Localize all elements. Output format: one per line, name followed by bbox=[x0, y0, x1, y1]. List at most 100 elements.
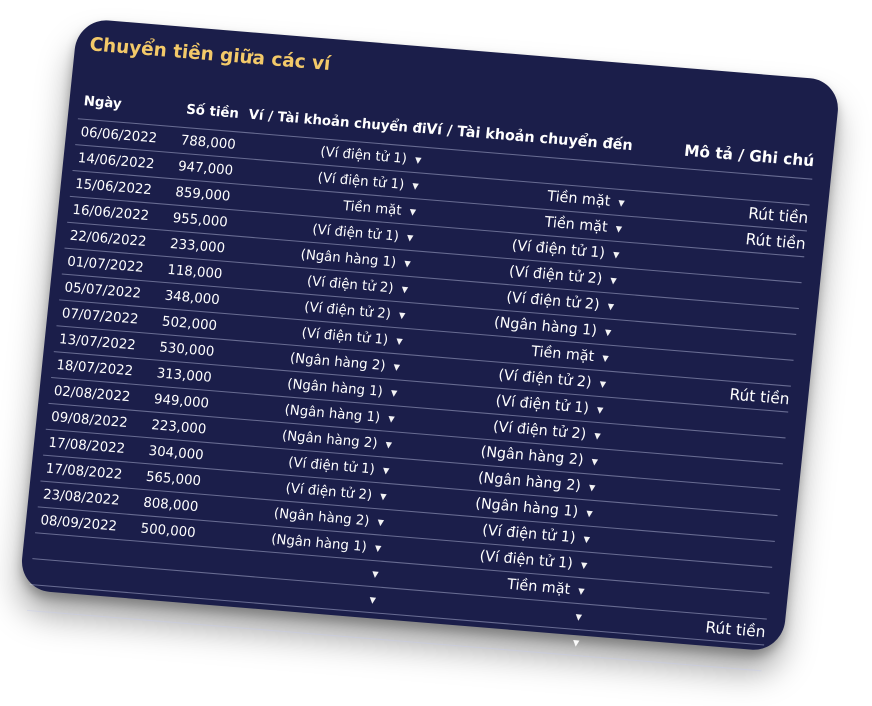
from-select[interactable]: ▼ bbox=[364, 568, 381, 579]
to-select[interactable]: (Ví điện tử 2) ▼ bbox=[508, 263, 619, 289]
chevron-down-icon[interactable]: ▼ bbox=[388, 414, 395, 424]
amount-value: 348,000 bbox=[163, 287, 221, 308]
from-value: (Ngân hàng 2) bbox=[289, 350, 387, 374]
chevron-down-icon[interactable]: ▼ bbox=[407, 232, 414, 242]
note-value: Rút tiền bbox=[728, 384, 791, 409]
to-select[interactable]: Tiền mặt ▼ bbox=[546, 188, 627, 211]
date-value: 22/06/2022 bbox=[69, 227, 148, 250]
from-value: (Ví điện tử 1) bbox=[287, 454, 376, 478]
date-value: 14/06/2022 bbox=[77, 150, 156, 172]
date-value: 23/08/2022 bbox=[42, 486, 121, 509]
chevron-down-icon[interactable]: ▼ bbox=[390, 388, 397, 398]
amount-value: 233,000 bbox=[169, 235, 226, 257]
amount-value: 304,000 bbox=[147, 442, 205, 464]
chevron-down-icon[interactable]: ▼ bbox=[586, 508, 593, 518]
chevron-down-icon[interactable]: ▼ bbox=[401, 284, 408, 294]
chevron-down-icon[interactable]: ▼ bbox=[602, 353, 609, 363]
to-select[interactable]: ▼ bbox=[564, 637, 581, 648]
from-select[interactable]: Tiền mặt ▼ bbox=[342, 198, 418, 220]
chevron-down-icon[interactable]: ▼ bbox=[385, 439, 392, 449]
chevron-down-icon[interactable]: ▼ bbox=[404, 258, 411, 268]
chevron-down-icon[interactable]: ▼ bbox=[393, 362, 400, 372]
chevron-down-icon[interactable]: ▼ bbox=[409, 207, 416, 217]
from-select[interactable]: (Ngân hàng 1) ▼ bbox=[270, 531, 384, 556]
to-select[interactable]: (Ví điện tử 1) ▼ bbox=[495, 393, 606, 419]
chevron-down-icon[interactable]: ▼ bbox=[382, 465, 389, 475]
date-value: 09/08/2022 bbox=[50, 408, 129, 431]
chevron-down-icon[interactable]: ▼ bbox=[597, 405, 604, 415]
chevron-down-icon[interactable]: ▼ bbox=[594, 431, 601, 441]
from-select[interactable]: (Ngân hàng 2) ▼ bbox=[289, 350, 403, 375]
to-select[interactable]: ▼ bbox=[567, 611, 584, 622]
chevron-down-icon[interactable]: ▼ bbox=[575, 612, 582, 622]
from-select[interactable]: (Ngân hàng 1) ▼ bbox=[300, 247, 414, 272]
amount-value: 565,000 bbox=[145, 468, 202, 489]
to-select[interactable]: Tiền mặt ▼ bbox=[544, 214, 625, 237]
to-select[interactable]: (Ví điện tử 2) ▼ bbox=[492, 419, 603, 445]
chevron-down-icon[interactable]: ▼ bbox=[578, 586, 585, 596]
chevron-down-icon[interactable]: ▼ bbox=[591, 456, 598, 466]
amount-value: 502,000 bbox=[161, 313, 218, 334]
chevron-down-icon[interactable]: ▼ bbox=[374, 543, 381, 553]
chevron-down-icon[interactable]: ▼ bbox=[572, 638, 579, 648]
page: Chuyển tiền giữa các ví Ngày Số tiền Ví … bbox=[0, 0, 872, 706]
from-select[interactable]: (Ngân hàng 2) ▼ bbox=[273, 505, 387, 530]
amount-value: 313,000 bbox=[155, 365, 213, 386]
to-value: (Ví điện tử 1) bbox=[494, 392, 590, 417]
chevron-down-icon[interactable]: ▼ bbox=[588, 482, 595, 492]
chevron-down-icon[interactable]: ▼ bbox=[583, 534, 590, 544]
to-value: Tiền mặt bbox=[546, 188, 612, 210]
to-select[interactable]: (Ví điện tử 2) ▼ bbox=[498, 367, 609, 393]
to-select[interactable]: (Ví điện tử 2) ▼ bbox=[506, 289, 617, 315]
chevron-down-icon[interactable]: ▼ bbox=[369, 595, 376, 605]
to-select[interactable]: (Ví điện tử 1) ▼ bbox=[479, 548, 590, 574]
chevron-down-icon[interactable]: ▼ bbox=[615, 224, 622, 234]
chevron-down-icon[interactable]: ▼ bbox=[380, 491, 387, 501]
chevron-down-icon[interactable]: ▼ bbox=[372, 569, 379, 579]
chevron-down-icon[interactable]: ▼ bbox=[412, 181, 419, 191]
amount-cell bbox=[113, 592, 189, 623]
chevron-down-icon[interactable]: ▼ bbox=[415, 155, 422, 165]
from-select[interactable]: (Ví điện tử 1) ▼ bbox=[312, 222, 417, 246]
from-select[interactable]: (Ví điện tử 1) ▼ bbox=[301, 325, 406, 349]
from-select[interactable]: (Ví điện tử 2) ▼ bbox=[306, 273, 411, 297]
date-value: 05/07/2022 bbox=[63, 279, 142, 302]
from-select[interactable]: (Ví điện tử 2) ▼ bbox=[285, 480, 390, 504]
chevron-down-icon[interactable]: ▼ bbox=[613, 249, 620, 259]
date-value: 17/08/2022 bbox=[45, 460, 124, 483]
from-select[interactable]: (Ví điện tử 1) ▼ bbox=[320, 144, 425, 168]
chevron-down-icon[interactable]: ▼ bbox=[618, 198, 625, 208]
from-value: (Ngân hàng 1) bbox=[283, 401, 381, 426]
chevron-down-icon[interactable]: ▼ bbox=[610, 275, 617, 285]
to-value: Tiền mặt bbox=[543, 214, 609, 236]
to-select[interactable]: Tiền mặt ▼ bbox=[506, 576, 587, 599]
transfer-card: Chuyển tiền giữa các ví Ngày Số tiền Ví … bbox=[18, 18, 841, 672]
to-value: (Ví điện tử 1) bbox=[510, 237, 606, 262]
to-select[interactable]: Tiền mặt ▼ bbox=[530, 343, 611, 366]
chevron-down-icon[interactable]: ▼ bbox=[396, 336, 403, 346]
from-select[interactable]: (Ngân hàng 2) ▼ bbox=[281, 428, 395, 453]
note-value: Rút tiền bbox=[704, 617, 767, 642]
chevron-down-icon[interactable]: ▼ bbox=[607, 301, 614, 311]
chevron-down-icon[interactable]: ▼ bbox=[398, 310, 405, 320]
date-value: 15/06/2022 bbox=[74, 175, 153, 198]
to-select[interactable]: (Ví điện tử 1) ▼ bbox=[481, 522, 592, 548]
chevron-down-icon[interactable]: ▼ bbox=[599, 379, 606, 389]
date-value: 08/09/2022 bbox=[39, 512, 118, 535]
from-select[interactable]: (Ngân hàng 1) ▼ bbox=[284, 402, 398, 427]
chevron-down-icon[interactable]: ▼ bbox=[605, 327, 612, 337]
from-select[interactable]: (Ví điện tử 1) ▼ bbox=[317, 170, 422, 194]
from-select[interactable]: (Ví điện tử 2) ▼ bbox=[304, 299, 409, 323]
to-value: Tiền mặt bbox=[530, 343, 596, 366]
from-value: (Ngân hàng 1) bbox=[286, 376, 384, 400]
chevron-down-icon[interactable]: ▼ bbox=[377, 517, 384, 527]
from-select[interactable]: (Ngân hàng 1) ▼ bbox=[287, 376, 401, 401]
to-select[interactable]: (Ví điện tử 1) ▼ bbox=[511, 238, 622, 264]
from-value: (Ví điện tử 1) bbox=[300, 325, 389, 348]
from-select[interactable]: ▼ bbox=[361, 594, 378, 605]
amount-value: 947,000 bbox=[177, 158, 234, 179]
chevron-down-icon[interactable]: ▼ bbox=[580, 560, 587, 570]
to-value: (Ví điện tử 2) bbox=[505, 289, 601, 314]
date-value: 17/08/2022 bbox=[47, 434, 126, 457]
from-select[interactable]: (Ví điện tử 1) ▼ bbox=[287, 454, 392, 478]
